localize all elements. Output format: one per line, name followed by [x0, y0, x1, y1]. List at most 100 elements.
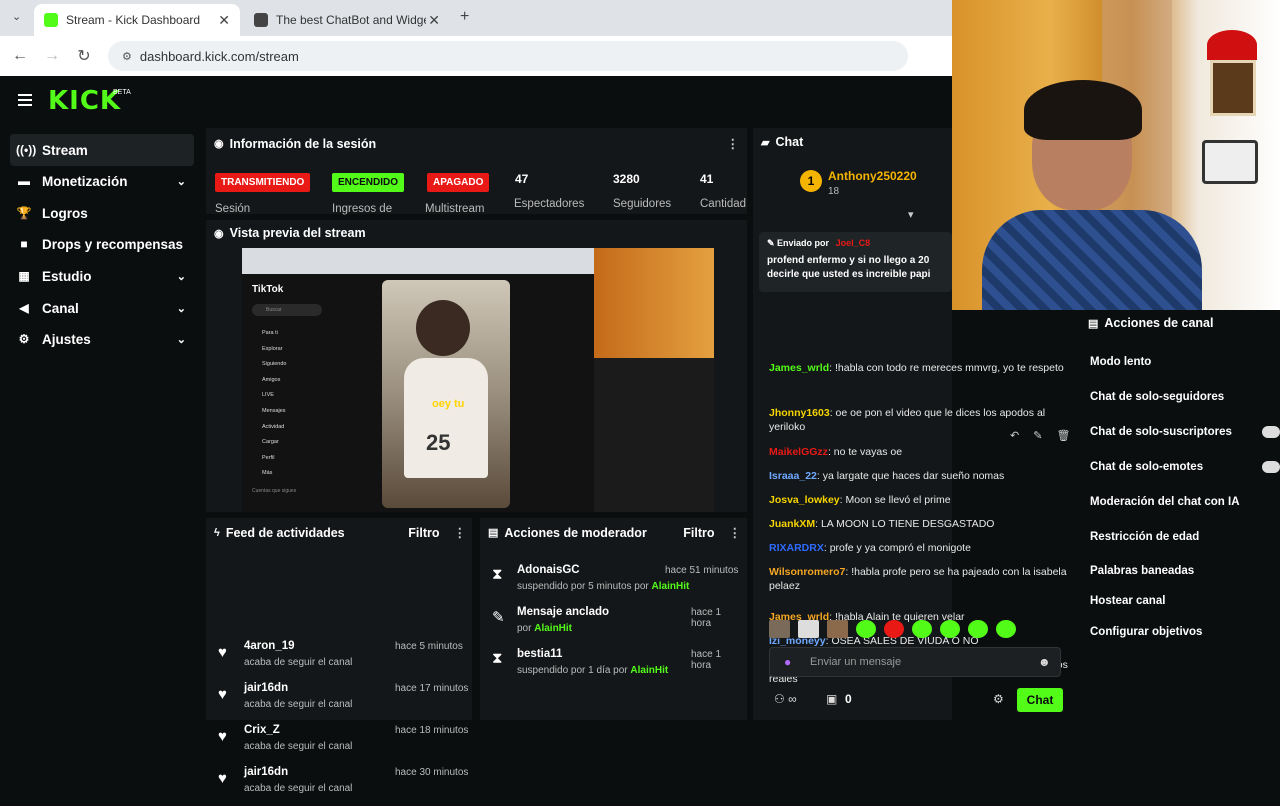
emote-icon[interactable] — [856, 620, 876, 638]
sidebar-item-drops[interactable]: ■ Drops y recompensas — [10, 228, 194, 260]
chat-message[interactable]: Wilsonromero7: !habla profe pero se ha p… — [769, 565, 1069, 593]
back-icon[interactable]: ← — [4, 47, 36, 65]
gear-icon: ⚙ — [18, 332, 30, 346]
kick-logo[interactable]: KICK — [48, 86, 121, 116]
toggle-switch[interactable] — [1262, 461, 1280, 473]
microphone-icon[interactable]: ● — [784, 655, 791, 669]
chat-username[interactable]: James_wrld — [769, 362, 829, 374]
chatbot-favicon-icon — [254, 13, 268, 27]
top-user-name[interactable]: Anthony250220 — [828, 169, 917, 183]
forward-icon[interactable]: → — [36, 47, 68, 65]
emote-icon[interactable] — [798, 620, 819, 638]
store-icon[interactable]: ▣ — [826, 692, 837, 706]
delete-icon[interactable]: 🗑 — [1056, 429, 1070, 442]
follower-name[interactable]: Crix_Z — [244, 724, 280, 736]
emote-icon[interactable] — [827, 620, 848, 638]
site-info-icon[interactable]: ⚙ — [122, 50, 132, 63]
chat-username[interactable]: MaikelGGzz — [769, 446, 828, 458]
channel-action-item[interactable]: Configurar objetivos — [1090, 626, 1280, 638]
channel-action-item[interactable]: Chat de solo-emotes — [1090, 461, 1280, 473]
channel-action-item[interactable]: Chat de solo-suscriptores — [1090, 426, 1280, 438]
reply-icon[interactable]: ↶ — [1010, 429, 1019, 442]
chat-message[interactable]: Josva_lowkey: Moon se llevó el prime — [769, 493, 1069, 507]
sidebar-item-ajustes[interactable]: ⚙ Ajustes ⌄ — [10, 323, 194, 355]
emote-icon[interactable] — [968, 620, 988, 638]
chat-username[interactable]: Josva_lowkey — [769, 494, 840, 506]
new-tab-icon[interactable]: + — [460, 8, 469, 26]
webcam-overlay — [952, 0, 1280, 310]
tab-kick-dashboard[interactable]: Stream - Kick Dashboard ✕ — [34, 4, 240, 36]
filter-button[interactable]: Filtro — [408, 526, 439, 540]
close-tab-icon[interactable]: ✕ — [218, 12, 230, 29]
tab-chatbot[interactable]: The best ChatBot and Widgets ✕ — [244, 4, 450, 36]
more-options-icon[interactable]: ⋮ — [729, 525, 742, 540]
list-item[interactable]: ✎ Mensaje anclado por AlainHit hace 1 ho… — [492, 606, 742, 646]
sidebar-item-canal[interactable]: ◀ Canal ⌄ — [10, 292, 194, 324]
reload-icon[interactable]: ↻ — [68, 46, 100, 66]
collapse-icon[interactable]: ▾ — [908, 208, 914, 221]
follower-name[interactable]: jair16dn — [244, 682, 288, 694]
panel-title: Chat — [775, 135, 804, 149]
channel-action-item[interactable]: Hostear canal — [1090, 595, 1280, 607]
url-field[interactable]: ⚙ dashboard.kick.com/stream — [108, 41, 908, 71]
channel-action-item[interactable]: Palabras baneadas — [1090, 565, 1280, 577]
chat-username[interactable]: Wilsonromero7 — [769, 566, 845, 578]
moderator-name[interactable]: AlainHit — [630, 665, 668, 676]
chat-message[interactable]: MaikelGGzz: no te vayas oe — [769, 445, 1069, 459]
more-options-icon[interactable]: ⋮ — [454, 525, 467, 540]
list-item[interactable]: ♥ 4aron_19 acaba de seguir el canal hace… — [218, 640, 470, 680]
chat-username[interactable]: Israaa_22 — [769, 470, 817, 482]
stream-preview-video[interactable]: TikTok Buscar Para ti Explorar Siguiendo… — [242, 248, 714, 512]
chat-message[interactable]: Israaa_22: ya largate que haces dar sueñ… — [769, 469, 1069, 483]
sidebar-item-estudio[interactable]: ▦ Estudio ⌄ — [10, 260, 194, 292]
chat-username[interactable]: RIXARDRX — [769, 542, 824, 554]
hourglass-icon: ⧗ — [492, 650, 503, 667]
emote-icon[interactable] — [940, 620, 960, 638]
mod-item-title[interactable]: bestia11 — [517, 648, 562, 660]
mod-item-title[interactable]: AdonaisGC — [517, 564, 580, 576]
channel-action-item[interactable]: Modo lento — [1090, 356, 1280, 368]
filter-button[interactable]: Filtro — [683, 526, 714, 540]
channel-action-item[interactable]: Restricción de edad — [1090, 531, 1280, 543]
channel-action-item[interactable]: Moderación del chat con IA — [1090, 496, 1280, 508]
toggle-switch[interactable] — [1262, 426, 1280, 438]
emoji-icon[interactable]: ☻ — [1038, 655, 1051, 669]
list-item[interactable]: ♥ jair16dn acaba de seguir el canal hace… — [218, 766, 470, 806]
emote-icon[interactable] — [996, 620, 1016, 638]
follower-name[interactable]: 4aron_19 — [244, 640, 295, 652]
list-item[interactable]: ♥ jair16dn acaba de seguir el canal hace… — [218, 682, 470, 722]
wall-portrait — [1210, 60, 1256, 116]
emote-icon[interactable] — [769, 620, 790, 638]
pin-message-icon[interactable]: ✎ — [1033, 429, 1042, 442]
chat-message[interactable]: JuankXM: LA MOON LO TIENE DESGASTADO — [769, 517, 1069, 531]
channel-action-label: Chat de solo-emotes — [1090, 461, 1204, 473]
list-item[interactable]: ⧗ AdonaisGC suspendido por 5 minutos por… — [492, 564, 742, 604]
chat-users-icon[interactable]: ⚇ ∞ — [774, 692, 797, 706]
hourglass-icon: ⧗ — [492, 566, 503, 583]
chat-input[interactable]: ● Enviar un mensaje ☻ — [769, 647, 1061, 677]
chat-username[interactable]: Jhonny1603 — [769, 407, 830, 419]
channel-action-item[interactable]: Chat de solo-seguidores — [1090, 391, 1280, 403]
list-item[interactable]: ⧗ bestia11 suspendido por 1 día por Alai… — [492, 648, 742, 688]
sidebar-item-stream[interactable]: ((•)) Stream — [10, 134, 194, 166]
follower-name[interactable]: jair16dn — [244, 766, 288, 778]
tab-list-chevron-icon[interactable]: ⌄ — [12, 10, 21, 23]
menu-icon[interactable] — [18, 94, 32, 106]
emote-icon[interactable] — [912, 620, 932, 638]
emote-icon[interactable] — [884, 620, 904, 638]
more-options-icon[interactable]: ⋮ — [727, 136, 740, 151]
chat-message[interactable]: James_wrld: !habla con todo re mereces m… — [769, 361, 1069, 375]
moderator-name[interactable]: AlainHit — [652, 581, 690, 592]
channel-action-label: Moderación del chat con IA — [1090, 496, 1240, 508]
mod-item-title[interactable]: Mensaje anclado — [517, 606, 609, 618]
list-item[interactable]: ♥ Crix_Z acaba de seguir el canal hace 1… — [218, 724, 470, 764]
chat-message[interactable]: RIXARDRX: profe y ya compró el monigote — [769, 541, 1069, 555]
moderator-name[interactable]: AlainHit — [534, 623, 572, 634]
send-chat-button[interactable]: Chat — [1017, 688, 1063, 712]
sidebar-item-logros[interactable]: 🏆 Logros — [10, 197, 194, 229]
pinned-message[interactable]: ✎ Enviado por Joel_C8 profend enfermo y … — [759, 232, 952, 292]
sidebar-item-monetizacion[interactable]: ▬ Monetización ⌄ — [10, 165, 194, 197]
chat-username[interactable]: JuankXM — [769, 518, 815, 530]
close-tab-icon[interactable]: ✕ — [428, 12, 440, 29]
chat-settings-icon[interactable]: ⚙ — [993, 692, 1004, 706]
